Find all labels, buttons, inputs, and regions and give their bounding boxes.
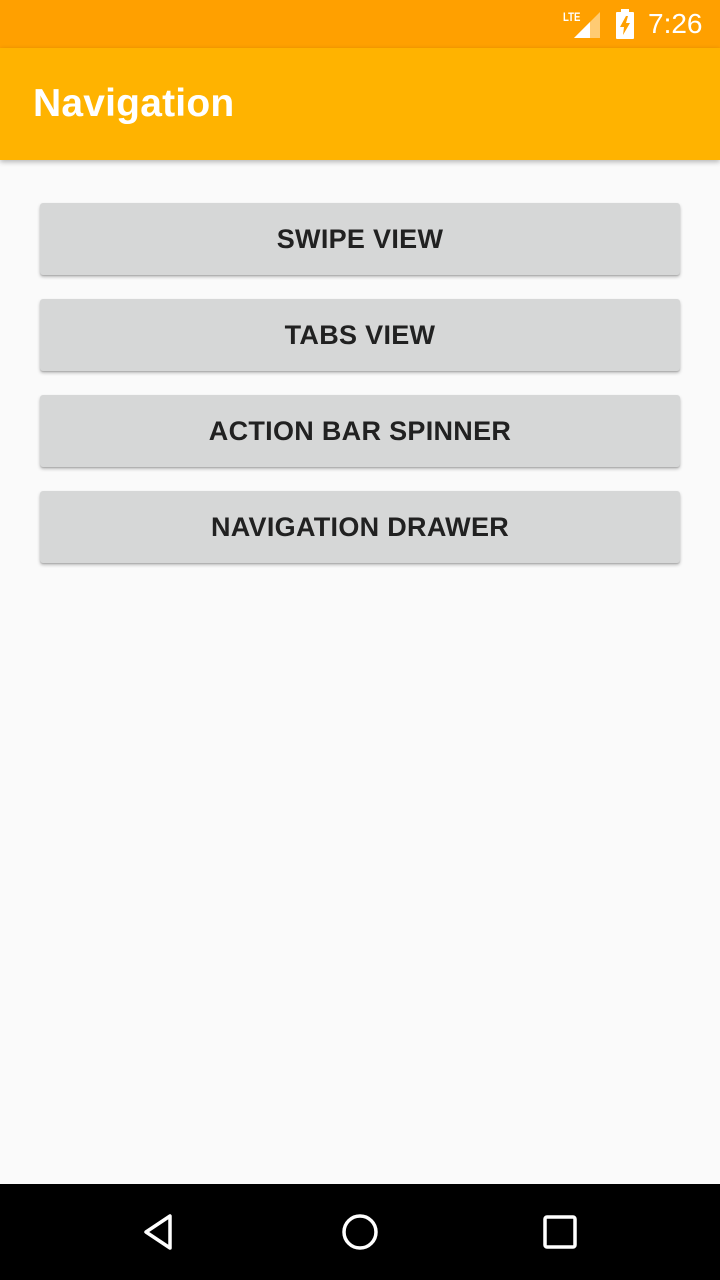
main-content: SWIPE VIEW TABS VIEW ACTION BAR SPINNER … (0, 160, 720, 1184)
navigation-drawer-button[interactable]: NAVIGATION DRAWER (40, 491, 680, 563)
app-bar: Navigation (0, 48, 720, 160)
recents-button[interactable] (536, 1208, 584, 1256)
tabs-view-button[interactable]: TABS VIEW (40, 299, 680, 371)
status-time: 7:26 (648, 8, 703, 39)
back-icon (144, 1214, 172, 1250)
status-bar: LTE 7:26 (0, 0, 720, 48)
signal-icon (574, 12, 600, 38)
recents-icon (543, 1215, 577, 1249)
swipe-view-button[interactable]: SWIPE VIEW (40, 203, 680, 275)
back-button[interactable] (136, 1208, 184, 1256)
battery-charging-icon (616, 9, 634, 39)
system-navigation-bar (0, 1184, 720, 1280)
page-title: Navigation (33, 82, 235, 125)
home-icon (342, 1214, 378, 1250)
action-bar-spinner-button[interactable]: ACTION BAR SPINNER (40, 395, 680, 467)
home-button[interactable] (336, 1208, 384, 1256)
